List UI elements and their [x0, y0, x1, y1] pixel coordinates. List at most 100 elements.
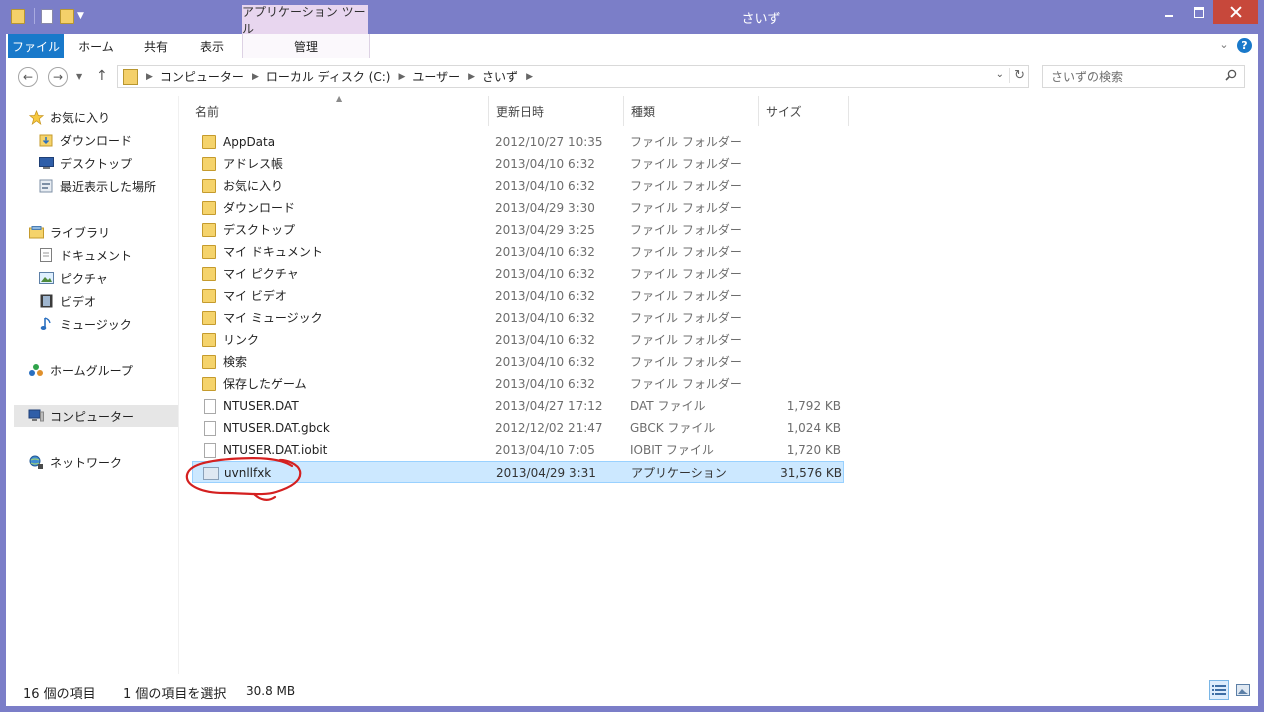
table-row[interactable]: リンク 2013/04/10 6:32 ファイル フォルダー: [192, 329, 844, 351]
tab-home[interactable]: ホーム: [68, 34, 124, 58]
computer-icon: [28, 408, 44, 424]
back-button[interactable]: ←: [18, 67, 38, 87]
arrow-left-icon: ←: [22, 70, 34, 84]
nav-label: お気に入り: [50, 110, 111, 125]
up-arrow-icon[interactable]: ↑: [96, 68, 108, 84]
folder-icon: [10, 8, 26, 24]
properties-icon[interactable]: [39, 8, 55, 24]
file-icon: [202, 399, 216, 414]
details-view-button[interactable]: [1209, 680, 1229, 700]
file-size: [722, 197, 841, 219]
table-row[interactable]: NTUSER.DAT.iobit 2013/04/10 7:05 IOBIT ファイ…: [192, 439, 844, 461]
nav-desktop[interactable]: デスクトップ: [6, 152, 178, 174]
table-row[interactable]: お気に入り 2013/04/10 6:32 ファイル フォルダー: [192, 175, 844, 197]
selection-size: 30.8 MB: [246, 684, 296, 698]
nav-pictures[interactable]: ピクチャ: [6, 267, 178, 289]
column-header-name[interactable]: 名前: [188, 96, 489, 126]
folder-icon: [202, 245, 216, 259]
search-box[interactable]: [1042, 65, 1245, 88]
table-row[interactable]: ダウンロード 2013/04/29 3:30 ファイル フォルダー: [192, 197, 844, 219]
folder-icon: [202, 377, 216, 391]
nav-videos[interactable]: ビデオ: [6, 290, 178, 312]
table-row[interactable]: 保存したゲーム 2013/04/10 6:32 ファイル フォルダー: [192, 373, 844, 395]
file-name: 保存したゲーム: [223, 377, 307, 391]
maximize-button[interactable]: [1184, 0, 1214, 24]
tab-manage[interactable]: 管理: [242, 34, 370, 58]
file-date: 2013/04/27 17:12: [495, 399, 603, 413]
file-date: 2013/04/10 6:32: [495, 333, 595, 347]
nav-network[interactable]: ネットワーク: [6, 451, 178, 473]
address-history-dropdown-icon[interactable]: ⌄: [996, 69, 1004, 80]
nav-music[interactable]: ミュージック: [6, 313, 178, 335]
nav-label: ライブラリ: [50, 225, 111, 240]
search-input[interactable]: [1043, 66, 1221, 87]
toolbar-divider: [34, 8, 35, 24]
customize-toolbar-dropdown-icon[interactable]: ▼: [77, 11, 84, 21]
file-name: リンク: [223, 333, 260, 347]
breadcrumb-separator-icon[interactable]: ▶: [526, 72, 533, 82]
table-row[interactable]: マイ ミュージック 2013/04/10 6:32 ファイル フォルダー: [192, 307, 844, 329]
table-row[interactable]: AppData 2012/10/27 10:35 ファイル フォルダー: [192, 131, 844, 153]
search-icon[interactable]: [1225, 69, 1237, 81]
table-row[interactable]: NTUSER.DAT.gbck 2012/12/02 21:47 GBCK ファイル…: [192, 417, 844, 439]
breadcrumb-separator-icon[interactable]: ▶: [398, 72, 405, 82]
table-row[interactable]: アドレス帳 2013/04/10 6:32 ファイル フォルダー: [192, 153, 844, 175]
nav-computer[interactable]: コンピューター: [14, 405, 178, 427]
nav-label: 最近表示した場所: [60, 179, 157, 194]
file-name: マイ ミュージック: [223, 311, 323, 325]
breadcrumb-local-disk[interactable]: ローカル ディスク (C:): [266, 68, 391, 85]
refresh-icon[interactable]: ↻: [1009, 68, 1025, 83]
help-button[interactable]: ?: [1237, 38, 1252, 53]
table-row[interactable]: デスクトップ 2013/04/29 3:25 ファイル フォルダー: [192, 219, 844, 241]
table-row[interactable]: マイ ピクチャ 2013/04/10 6:32 ファイル フォルダー: [192, 263, 844, 285]
file-date: 2013/04/10 6:32: [495, 245, 595, 259]
minimize-button[interactable]: [1154, 0, 1184, 24]
breadcrumb-separator-icon[interactable]: ▶: [468, 72, 475, 82]
breadcrumb-users[interactable]: ユーザー: [412, 68, 460, 85]
tab-share[interactable]: 共有: [128, 34, 184, 58]
folder-icon: [202, 179, 216, 193]
quick-access-toolbar: ▼: [6, 6, 84, 26]
file-date: 2013/04/10 6:32: [495, 377, 595, 391]
column-header-date[interactable]: 更新日時: [489, 96, 624, 126]
file-date: 2013/04/29 3:25: [495, 223, 595, 237]
address-bar[interactable]: ▶ コンピューター ▶ ローカル ディスク (C:) ▶ ユーザー ▶ さいず …: [117, 65, 1029, 88]
nav-downloads[interactable]: ダウンロード: [6, 129, 178, 151]
table-row[interactable]: uvnllfxk 2013/04/29 3:31 アプリケーション 31,576 KB: [192, 461, 844, 483]
forward-button[interactable]: →: [48, 67, 68, 87]
breadcrumb-user-folder[interactable]: さいず: [482, 68, 518, 85]
nav-recent-places[interactable]: 最近表示した場所: [6, 175, 178, 197]
folder-icon: [202, 157, 216, 171]
table-row[interactable]: 検索 2013/04/10 6:32 ファイル フォルダー: [192, 351, 844, 373]
table-row[interactable]: マイ ドキュメント 2013/04/10 6:32 ファイル フォルダー: [192, 241, 844, 263]
column-header-size[interactable]: サイズ: [759, 96, 849, 126]
table-row[interactable]: マイ ビデオ 2013/04/10 6:32 ファイル フォルダー: [192, 285, 844, 307]
breadcrumb-separator-icon[interactable]: ▶: [146, 72, 153, 82]
file-name: デスクトップ: [223, 223, 296, 237]
nav-libraries[interactable]: ライブラリ: [6, 221, 178, 243]
file-size: [722, 153, 841, 175]
nav-label: ネットワーク: [50, 455, 123, 470]
close-icon: [1230, 6, 1242, 18]
recent-locations-dropdown-icon[interactable]: ▼: [76, 72, 82, 81]
tab-file[interactable]: ファイル: [8, 34, 64, 58]
context-tab-title: アプリケーション ツール: [242, 5, 368, 36]
nav-label: ミュージック: [60, 317, 132, 332]
expand-ribbon-icon[interactable]: ⌄: [1216, 38, 1232, 54]
file-type: DAT ファイル: [630, 399, 706, 413]
nav-favorites[interactable]: お気に入り: [6, 106, 178, 128]
large-icons-view-button[interactable]: [1233, 680, 1253, 700]
table-row[interactable]: NTUSER.DAT 2013/04/27 17:12 DAT ファイル 1,792 …: [192, 395, 844, 417]
nav-label: ピクチャ: [60, 271, 108, 286]
close-button[interactable]: [1213, 0, 1258, 24]
new-folder-icon[interactable]: [59, 8, 75, 24]
column-header-type[interactable]: 種類: [624, 96, 759, 126]
nav-documents[interactable]: ドキュメント: [6, 244, 178, 266]
star-icon: [28, 109, 44, 125]
tab-view[interactable]: 表示: [184, 34, 240, 58]
nav-homegroup[interactable]: ホームグループ: [6, 359, 178, 381]
minimize-icon: [1165, 15, 1173, 17]
breadcrumb-computer[interactable]: コンピューター: [160, 68, 244, 85]
breadcrumb-separator-icon[interactable]: ▶: [252, 72, 259, 82]
file-date: 2012/12/02 21:47: [495, 421, 603, 435]
